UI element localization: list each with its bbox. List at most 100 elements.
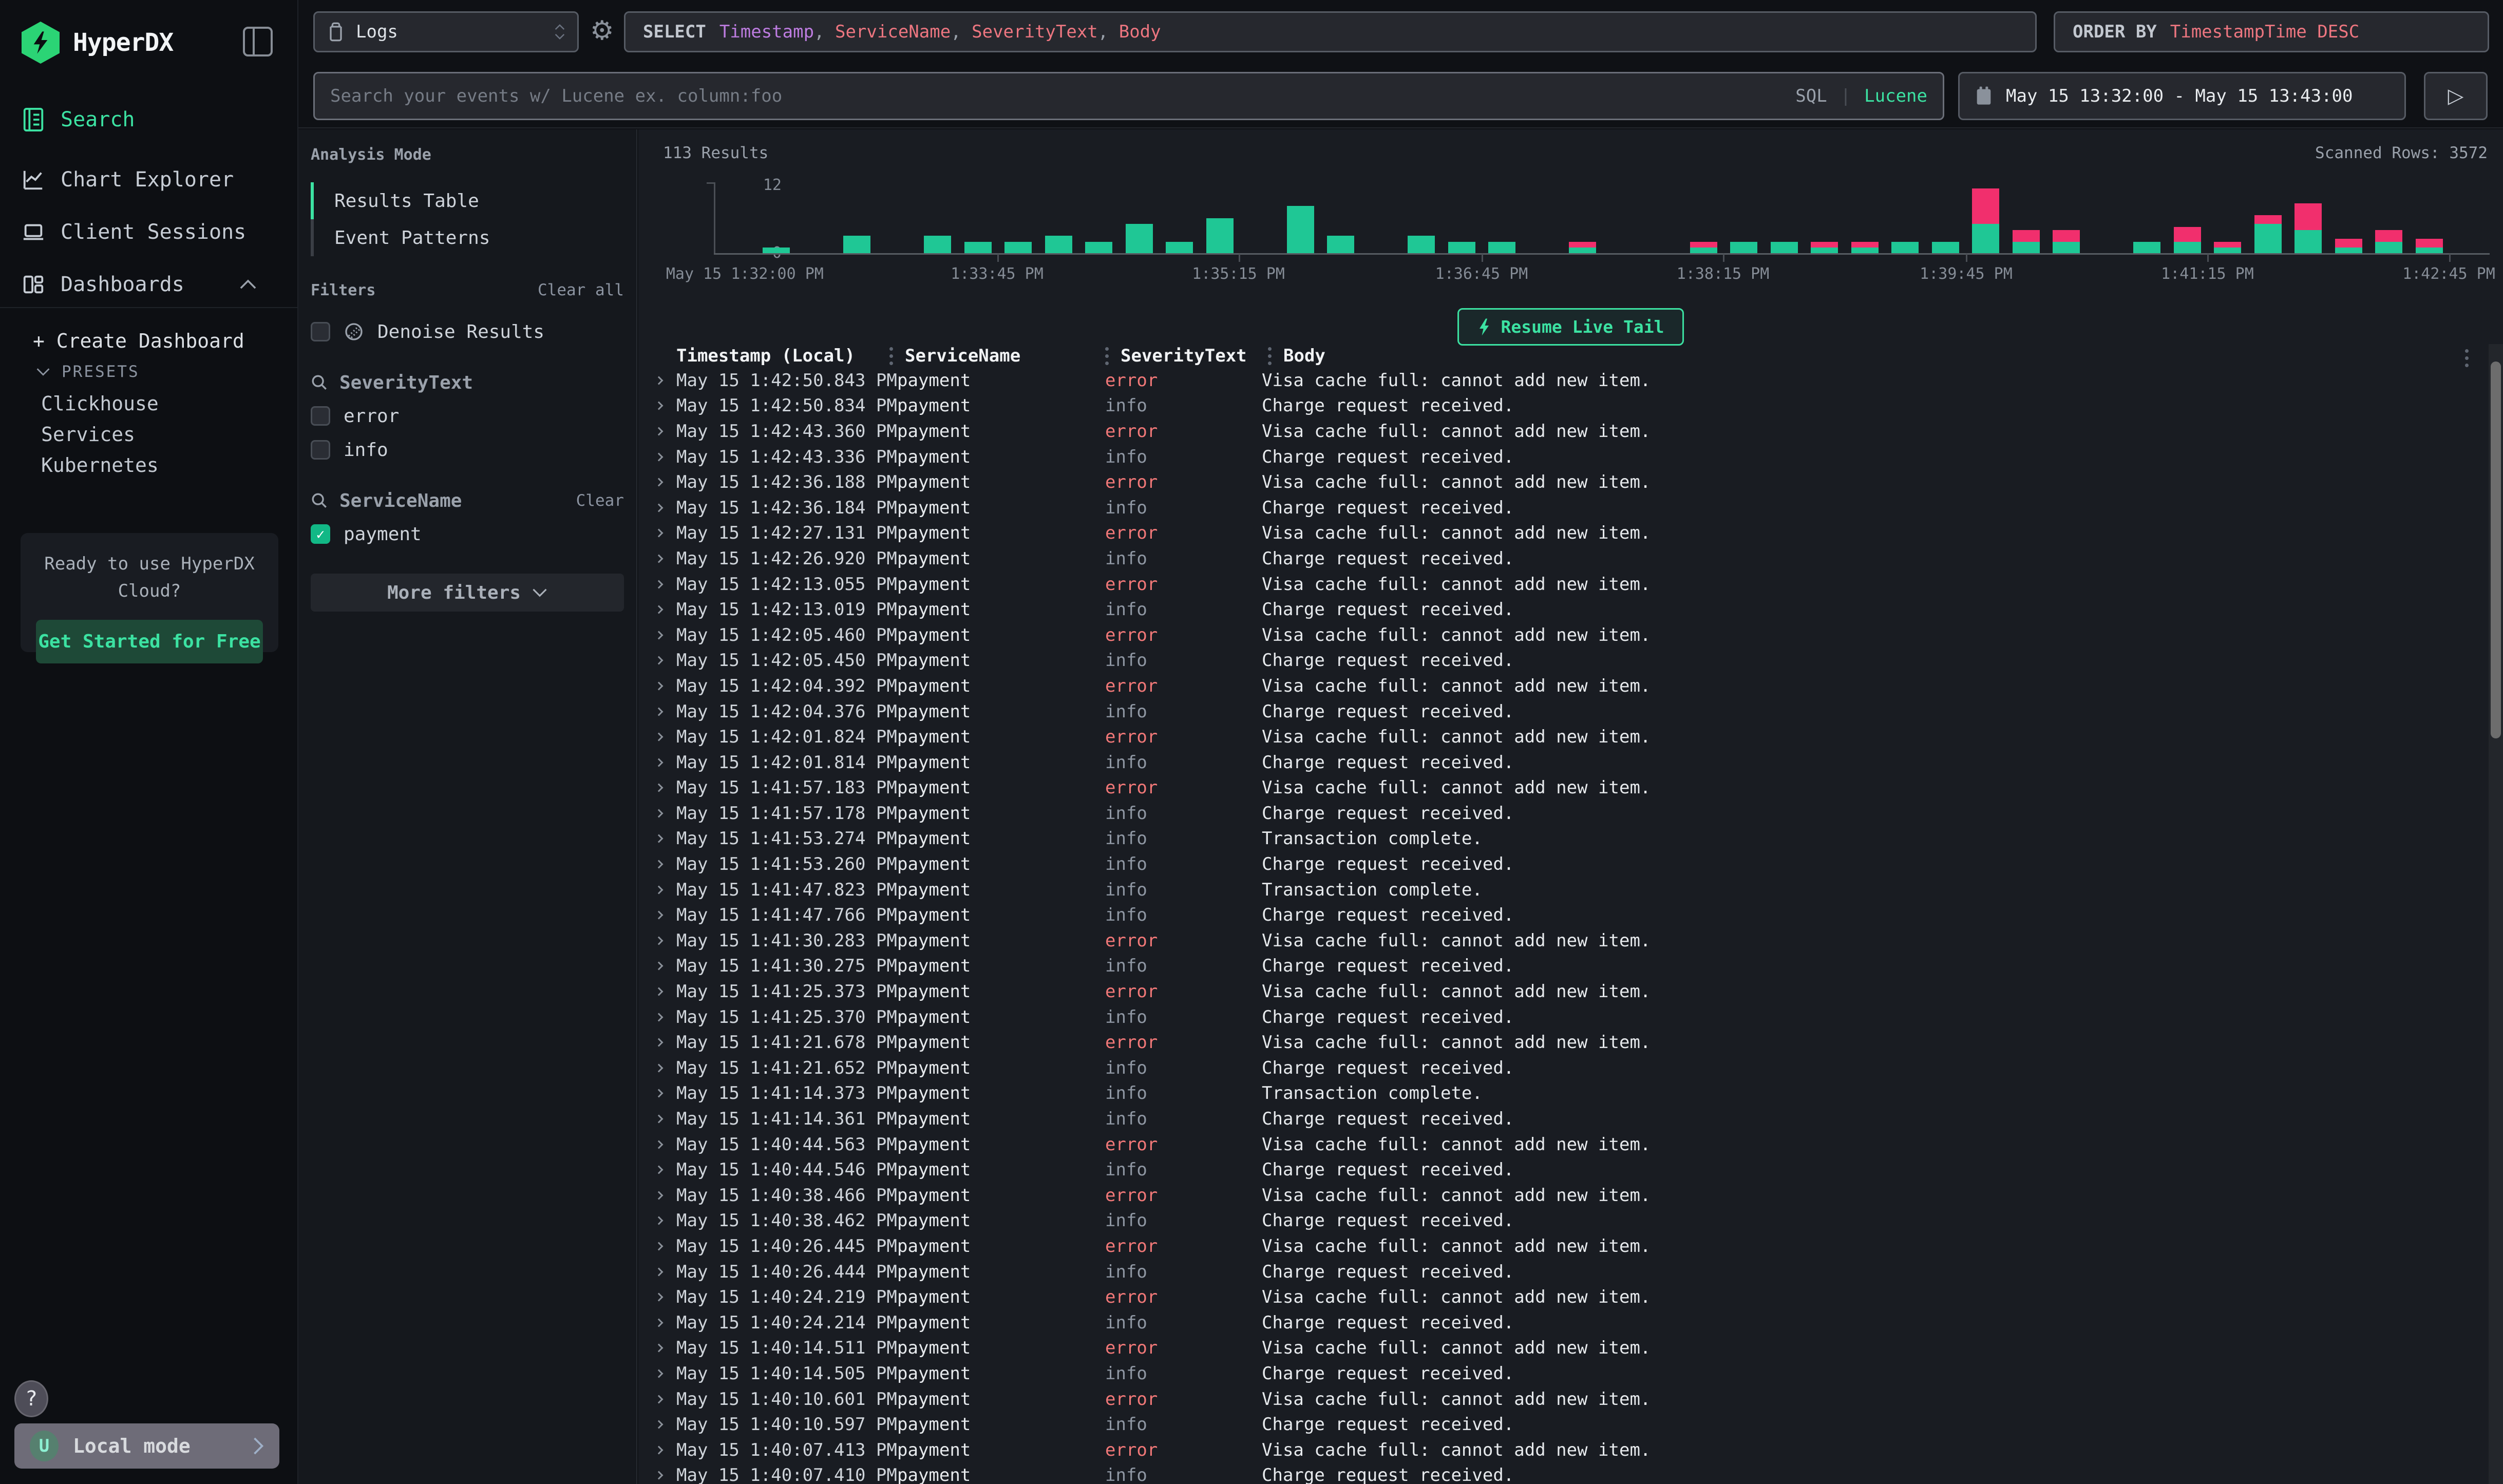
table-row[interactable]: May 15 1:42:01.824 PMpaymenterrorVisa ca… <box>638 724 2488 750</box>
table-row[interactable]: May 15 1:40:38.466 PMpaymenterrorVisa ca… <box>638 1183 2488 1208</box>
table-options-kebab-icon[interactable] <box>2465 349 2480 367</box>
sql-toggle[interactable]: SQL <box>1795 86 1827 106</box>
table-row[interactable]: May 15 1:40:44.563 PMpaymenterrorVisa ca… <box>638 1132 2488 1157</box>
col-severitytext[interactable]: SeverityText <box>1121 346 1268 366</box>
row-expand-chevron-icon[interactable] <box>655 1471 663 1480</box>
row-expand-chevron-icon[interactable] <box>655 1293 663 1302</box>
table-row[interactable]: May 15 1:42:05.450 PMpaymentinfoCharge r… <box>638 648 2488 674</box>
row-expand-chevron-icon[interactable] <box>655 1166 663 1174</box>
table-row[interactable]: May 15 1:41:47.766 PMpaymentinfoCharge r… <box>638 902 2488 928</box>
row-expand-chevron-icon[interactable] <box>655 1140 663 1149</box>
sidebar-item-services[interactable]: Services <box>41 423 135 446</box>
row-expand-chevron-icon[interactable] <box>655 936 663 945</box>
row-expand-chevron-icon[interactable] <box>655 503 663 512</box>
denoise-checkbox[interactable] <box>311 322 330 341</box>
lucene-toggle[interactable]: Lucene <box>1864 86 1927 106</box>
table-row[interactable]: May 15 1:40:10.601 PMpaymenterrorVisa ca… <box>638 1386 2488 1412</box>
table-row[interactable]: May 15 1:41:25.370 PMpaymentinfoCharge r… <box>638 1004 2488 1030</box>
table-row[interactable]: May 15 1:40:14.505 PMpaymentinfoCharge r… <box>638 1361 2488 1386</box>
scrollbar-thumb[interactable] <box>2491 362 2501 738</box>
denoise-option[interactable]: Denoise Results <box>311 315 624 349</box>
sidebar-item-dashboards[interactable]: Dashboards <box>22 268 278 301</box>
table-row[interactable]: May 15 1:42:13.019 PMpaymentinfoCharge r… <box>638 597 2488 622</box>
table-row[interactable]: May 15 1:41:53.274 PMpaymentinfoTransact… <box>638 826 2488 852</box>
table-row[interactable]: May 15 1:41:21.652 PMpaymentinfoCharge r… <box>638 1055 2488 1081</box>
row-expand-chevron-icon[interactable] <box>655 580 663 588</box>
table-row[interactable]: May 15 1:42:04.376 PMpaymentinfoCharge r… <box>638 699 2488 725</box>
row-expand-chevron-icon[interactable] <box>655 784 663 792</box>
table-row[interactable]: May 15 1:41:30.283 PMpaymenterrorVisa ca… <box>638 928 2488 954</box>
row-expand-chevron-icon[interactable] <box>655 681 663 690</box>
row-expand-chevron-icon[interactable] <box>655 1216 663 1225</box>
sidebar-item-client-sessions[interactable]: Client Sessions <box>22 216 278 249</box>
row-expand-chevron-icon[interactable] <box>655 860 663 869</box>
table-row[interactable]: May 15 1:41:14.373 PMpaymentinfoTransact… <box>638 1081 2488 1107</box>
language-toggle[interactable]: SQL | Lucene <box>1795 86 1927 106</box>
row-expand-chevron-icon[interactable] <box>655 1242 663 1250</box>
table-row[interactable]: May 15 1:41:25.373 PMpaymenterrorVisa ca… <box>638 979 2488 1004</box>
column-drag-handle-icon[interactable] <box>1105 347 1121 365</box>
table-row[interactable]: May 15 1:40:10.597 PMpaymentinfoCharge r… <box>638 1412 2488 1437</box>
col-servicename[interactable]: ServiceName <box>905 346 1105 366</box>
column-drag-handle-icon[interactable] <box>889 347 905 365</box>
checkbox[interactable] <box>311 406 330 426</box>
sidebar-item-kubernetes[interactable]: Kubernetes <box>41 454 159 477</box>
row-expand-chevron-icon[interactable] <box>655 809 663 817</box>
table-row[interactable]: May 15 1:42:26.920 PMpaymentinfoCharge r… <box>638 546 2488 572</box>
row-expand-chevron-icon[interactable] <box>655 452 663 461</box>
row-expand-chevron-icon[interactable] <box>655 1115 663 1124</box>
table-row[interactable]: May 15 1:40:24.219 PMpaymenterrorVisa ca… <box>638 1284 2488 1310</box>
row-expand-chevron-icon[interactable] <box>655 1395 663 1403</box>
row-expand-chevron-icon[interactable] <box>655 1191 663 1200</box>
table-row[interactable]: May 15 1:40:38.462 PMpaymentinfoCharge r… <box>638 1208 2488 1234</box>
table-row[interactable]: May 15 1:42:36.188 PMpaymenterrorVisa ca… <box>638 469 2488 495</box>
row-expand-chevron-icon[interactable] <box>655 1445 663 1454</box>
local-mode-menu[interactable]: U Local mode <box>14 1423 279 1469</box>
row-expand-chevron-icon[interactable] <box>655 834 663 843</box>
row-expand-chevron-icon[interactable] <box>655 911 663 920</box>
table-row[interactable]: May 15 1:40:26.445 PMpaymenterrorVisa ca… <box>638 1233 2488 1259</box>
scrollbar-track[interactable] <box>2489 344 2503 1484</box>
search-icon[interactable] <box>311 492 328 509</box>
sidebar-item-clickhouse[interactable]: Clickhouse <box>41 392 159 415</box>
table-row[interactable]: May 15 1:42:27.131 PMpaymenterrorVisa ca… <box>638 521 2488 546</box>
row-expand-chevron-icon[interactable] <box>655 376 663 385</box>
checkbox[interactable] <box>311 440 330 460</box>
row-expand-chevron-icon[interactable] <box>655 554 663 563</box>
row-expand-chevron-icon[interactable] <box>655 656 663 665</box>
resume-live-tail-button[interactable]: Resume Live Tail <box>1457 308 1684 346</box>
filter-option-payment[interactable]: ✓payment <box>311 517 624 551</box>
table-row[interactable]: May 15 1:40:07.413 PMpaymenterrorVisa ca… <box>638 1437 2488 1463</box>
help-button[interactable]: ? <box>14 1380 48 1417</box>
row-expand-chevron-icon[interactable] <box>655 1369 663 1378</box>
row-expand-chevron-icon[interactable] <box>655 605 663 614</box>
create-dashboard-button[interactable]: + Create Dashboard <box>33 330 244 352</box>
table-row[interactable]: May 15 1:41:53.260 PMpaymentinfoCharge r… <box>638 851 2488 877</box>
table-row[interactable]: May 15 1:40:44.546 PMpaymentinfoCharge r… <box>638 1157 2488 1183</box>
col-timestamp[interactable]: Timestamp (Local) <box>676 346 889 366</box>
row-expand-chevron-icon[interactable] <box>655 1089 663 1098</box>
table-row[interactable]: May 15 1:42:36.184 PMpaymentinfoCharge r… <box>638 495 2488 521</box>
table-row[interactable]: May 15 1:42:50.843 PMpaymenterrorVisa ca… <box>638 368 2488 393</box>
mode-event-patterns[interactable]: Event Patterns <box>311 219 624 256</box>
presets-toggle[interactable]: PRESETS <box>36 363 140 381</box>
orderby-input[interactable]: ORDER BY TimestampTime DESC <box>2054 11 2489 52</box>
row-expand-chevron-icon[interactable] <box>655 1318 663 1327</box>
sidebar-item-search[interactable]: Search <box>22 103 278 136</box>
row-expand-chevron-icon[interactable] <box>655 1420 663 1429</box>
row-expand-chevron-icon[interactable] <box>655 529 663 538</box>
table-row[interactable]: May 15 1:42:01.814 PMpaymentinfoCharge r… <box>638 750 2488 775</box>
row-expand-chevron-icon[interactable] <box>655 1038 663 1047</box>
histogram-chart[interactable]: 12 0 May 15 1:32:00 PM1:33:45 PM1:35:15 … <box>715 182 2490 254</box>
table-row[interactable]: May 15 1:42:50.834 PMpaymentinfoCharge r… <box>638 393 2488 419</box>
sidebar-collapse-icon[interactable] <box>243 27 273 56</box>
filter-option-info[interactable]: info <box>311 433 624 467</box>
table-row[interactable]: May 15 1:42:04.392 PMpaymenterrorVisa ca… <box>638 673 2488 699</box>
row-expand-chevron-icon[interactable] <box>655 758 663 767</box>
row-expand-chevron-icon[interactable] <box>655 478 663 487</box>
table-row[interactable]: May 15 1:40:26.444 PMpaymentinfoCharge r… <box>638 1259 2488 1285</box>
row-expand-chevron-icon[interactable] <box>655 1013 663 1021</box>
col-body[interactable]: Body <box>1283 346 2488 366</box>
checkbox[interactable]: ✓ <box>311 524 330 544</box>
table-row[interactable]: May 15 1:41:21.678 PMpaymenterrorVisa ca… <box>638 1030 2488 1055</box>
